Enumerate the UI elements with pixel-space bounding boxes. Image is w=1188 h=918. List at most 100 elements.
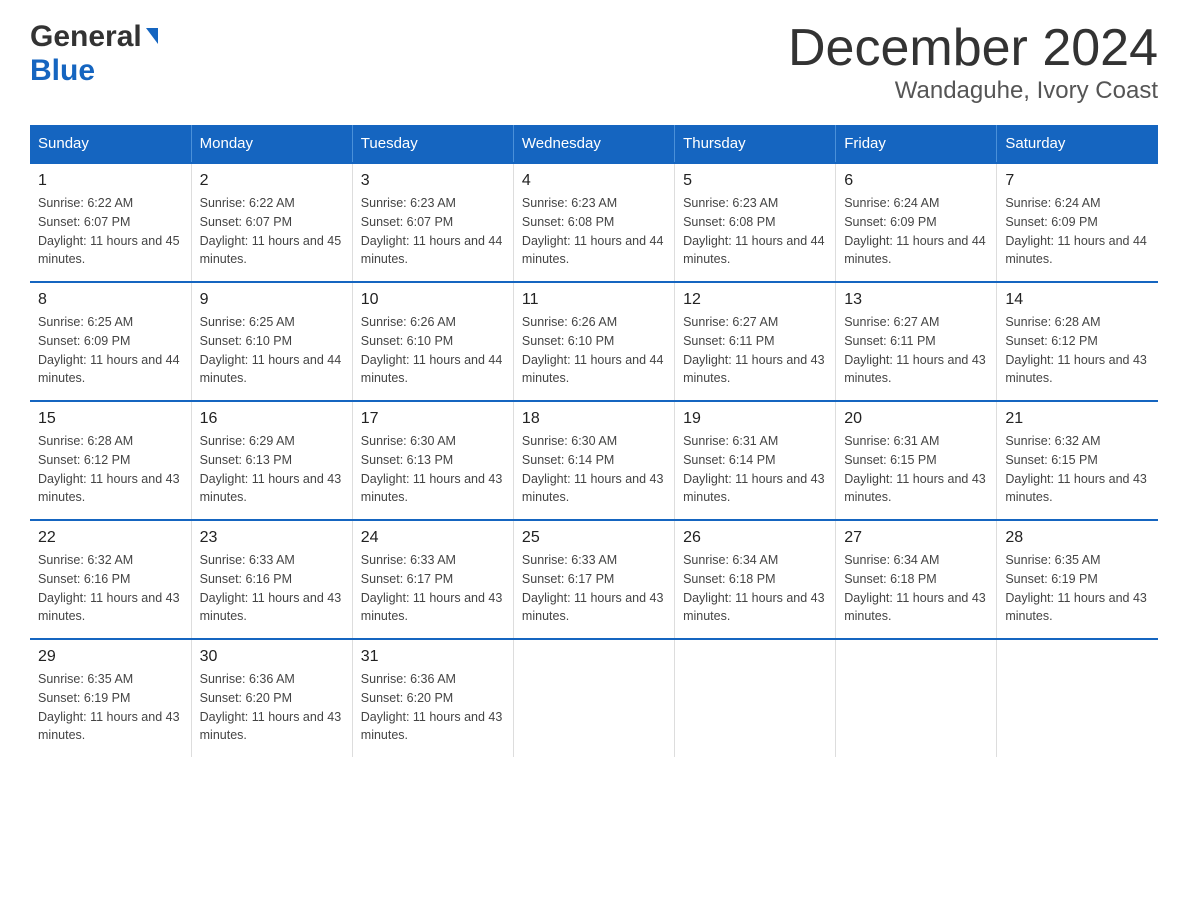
month-title: December 2024 (788, 20, 1158, 77)
day-number: 14 (1005, 291, 1150, 309)
day-info: Sunrise: 6:23 AMSunset: 6:07 PMDaylight:… (361, 194, 505, 269)
day-info: Sunrise: 6:29 AMSunset: 6:13 PMDaylight:… (200, 432, 344, 507)
page-header: General Blue December 2024 Wandaguhe, Iv… (30, 20, 1158, 105)
calendar-cell (675, 639, 836, 757)
day-number: 17 (361, 410, 505, 428)
day-info: Sunrise: 6:25 AMSunset: 6:09 PMDaylight:… (38, 313, 183, 388)
day-info: Sunrise: 6:28 AMSunset: 6:12 PMDaylight:… (38, 432, 183, 507)
day-info: Sunrise: 6:31 AMSunset: 6:15 PMDaylight:… (844, 432, 988, 507)
day-number: 5 (683, 172, 827, 190)
day-info: Sunrise: 6:27 AMSunset: 6:11 PMDaylight:… (844, 313, 988, 388)
calendar-cell: 25 Sunrise: 6:33 AMSunset: 6:17 PMDaylig… (513, 520, 674, 639)
header-thursday: Thursday (675, 125, 836, 163)
day-number: 15 (38, 410, 183, 428)
calendar-cell: 10 Sunrise: 6:26 AMSunset: 6:10 PMDaylig… (352, 282, 513, 401)
day-number: 11 (522, 291, 666, 309)
day-number: 13 (844, 291, 988, 309)
calendar-cell: 8 Sunrise: 6:25 AMSunset: 6:09 PMDayligh… (30, 282, 191, 401)
calendar-cell: 22 Sunrise: 6:32 AMSunset: 6:16 PMDaylig… (30, 520, 191, 639)
calendar-table: SundayMondayTuesdayWednesdayThursdayFrid… (30, 125, 1158, 757)
day-info: Sunrise: 6:32 AMSunset: 6:16 PMDaylight:… (38, 551, 183, 626)
calendar-week-4: 22 Sunrise: 6:32 AMSunset: 6:16 PMDaylig… (30, 520, 1158, 639)
day-info: Sunrise: 6:22 AMSunset: 6:07 PMDaylight:… (38, 194, 183, 269)
day-info: Sunrise: 6:35 AMSunset: 6:19 PMDaylight:… (38, 670, 183, 745)
calendar-cell: 13 Sunrise: 6:27 AMSunset: 6:11 PMDaylig… (836, 282, 997, 401)
day-info: Sunrise: 6:36 AMSunset: 6:20 PMDaylight:… (200, 670, 344, 745)
calendar-body: 1 Sunrise: 6:22 AMSunset: 6:07 PMDayligh… (30, 163, 1158, 757)
header-saturday: Saturday (997, 125, 1158, 163)
calendar-cell (997, 639, 1158, 757)
day-number: 20 (844, 410, 988, 428)
calendar-cell: 15 Sunrise: 6:28 AMSunset: 6:12 PMDaylig… (30, 401, 191, 520)
calendar-week-2: 8 Sunrise: 6:25 AMSunset: 6:09 PMDayligh… (30, 282, 1158, 401)
header-sunday: Sunday (30, 125, 191, 163)
day-number: 25 (522, 529, 666, 547)
day-number: 19 (683, 410, 827, 428)
day-info: Sunrise: 6:35 AMSunset: 6:19 PMDaylight:… (1005, 551, 1150, 626)
day-info: Sunrise: 6:24 AMSunset: 6:09 PMDaylight:… (1005, 194, 1150, 269)
header-tuesday: Tuesday (352, 125, 513, 163)
calendar-cell: 20 Sunrise: 6:31 AMSunset: 6:15 PMDaylig… (836, 401, 997, 520)
day-info: Sunrise: 6:33 AMSunset: 6:16 PMDaylight:… (200, 551, 344, 626)
day-number: 8 (38, 291, 183, 309)
calendar-cell: 14 Sunrise: 6:28 AMSunset: 6:12 PMDaylig… (997, 282, 1158, 401)
day-number: 4 (522, 172, 666, 190)
day-number: 9 (200, 291, 344, 309)
calendar-cell: 12 Sunrise: 6:27 AMSunset: 6:11 PMDaylig… (675, 282, 836, 401)
day-number: 31 (361, 648, 505, 666)
calendar-cell: 16 Sunrise: 6:29 AMSunset: 6:13 PMDaylig… (191, 401, 352, 520)
day-info: Sunrise: 6:34 AMSunset: 6:18 PMDaylight:… (683, 551, 827, 626)
calendar-cell: 2 Sunrise: 6:22 AMSunset: 6:07 PMDayligh… (191, 163, 352, 282)
title-area: December 2024 Wandaguhe, Ivory Coast (788, 20, 1158, 105)
day-info: Sunrise: 6:23 AMSunset: 6:08 PMDaylight:… (683, 194, 827, 269)
day-number: 26 (683, 529, 827, 547)
day-info: Sunrise: 6:30 AMSunset: 6:13 PMDaylight:… (361, 432, 505, 507)
day-info: Sunrise: 6:28 AMSunset: 6:12 PMDaylight:… (1005, 313, 1150, 388)
location-title: Wandaguhe, Ivory Coast (788, 77, 1158, 105)
calendar-cell: 19 Sunrise: 6:31 AMSunset: 6:14 PMDaylig… (675, 401, 836, 520)
day-number: 6 (844, 172, 988, 190)
calendar-cell: 17 Sunrise: 6:30 AMSunset: 6:13 PMDaylig… (352, 401, 513, 520)
day-info: Sunrise: 6:33 AMSunset: 6:17 PMDaylight:… (522, 551, 666, 626)
day-number: 28 (1005, 529, 1150, 547)
calendar-cell: 29 Sunrise: 6:35 AMSunset: 6:19 PMDaylig… (30, 639, 191, 757)
day-info: Sunrise: 6:32 AMSunset: 6:15 PMDaylight:… (1005, 432, 1150, 507)
day-number: 27 (844, 529, 988, 547)
day-info: Sunrise: 6:34 AMSunset: 6:18 PMDaylight:… (844, 551, 988, 626)
day-info: Sunrise: 6:27 AMSunset: 6:11 PMDaylight:… (683, 313, 827, 388)
calendar-week-5: 29 Sunrise: 6:35 AMSunset: 6:19 PMDaylig… (30, 639, 1158, 757)
calendar-cell: 7 Sunrise: 6:24 AMSunset: 6:09 PMDayligh… (997, 163, 1158, 282)
day-number: 18 (522, 410, 666, 428)
day-info: Sunrise: 6:26 AMSunset: 6:10 PMDaylight:… (522, 313, 666, 388)
day-info: Sunrise: 6:26 AMSunset: 6:10 PMDaylight:… (361, 313, 505, 388)
calendar-week-1: 1 Sunrise: 6:22 AMSunset: 6:07 PMDayligh… (30, 163, 1158, 282)
header-monday: Monday (191, 125, 352, 163)
day-number: 30 (200, 648, 344, 666)
header-friday: Friday (836, 125, 997, 163)
logo-blue-text: Blue (30, 54, 95, 88)
day-number: 24 (361, 529, 505, 547)
header-wednesday: Wednesday (513, 125, 674, 163)
calendar-cell: 4 Sunrise: 6:23 AMSunset: 6:08 PMDayligh… (513, 163, 674, 282)
calendar-cell: 24 Sunrise: 6:33 AMSunset: 6:17 PMDaylig… (352, 520, 513, 639)
calendar-cell: 6 Sunrise: 6:24 AMSunset: 6:09 PMDayligh… (836, 163, 997, 282)
day-number: 3 (361, 172, 505, 190)
day-info: Sunrise: 6:36 AMSunset: 6:20 PMDaylight:… (361, 670, 505, 745)
calendar-header: SundayMondayTuesdayWednesdayThursdayFrid… (30, 125, 1158, 163)
calendar-cell: 30 Sunrise: 6:36 AMSunset: 6:20 PMDaylig… (191, 639, 352, 757)
day-number: 2 (200, 172, 344, 190)
day-number: 12 (683, 291, 827, 309)
day-number: 10 (361, 291, 505, 309)
day-info: Sunrise: 6:24 AMSunset: 6:09 PMDaylight:… (844, 194, 988, 269)
calendar-cell: 31 Sunrise: 6:36 AMSunset: 6:20 PMDaylig… (352, 639, 513, 757)
day-info: Sunrise: 6:31 AMSunset: 6:14 PMDaylight:… (683, 432, 827, 507)
day-info: Sunrise: 6:22 AMSunset: 6:07 PMDaylight:… (200, 194, 344, 269)
day-info: Sunrise: 6:23 AMSunset: 6:08 PMDaylight:… (522, 194, 666, 269)
day-number: 23 (200, 529, 344, 547)
calendar-cell (836, 639, 997, 757)
day-number: 21 (1005, 410, 1150, 428)
calendar-cell: 3 Sunrise: 6:23 AMSunset: 6:07 PMDayligh… (352, 163, 513, 282)
logo: General Blue (30, 20, 158, 88)
calendar-cell: 1 Sunrise: 6:22 AMSunset: 6:07 PMDayligh… (30, 163, 191, 282)
calendar-cell: 5 Sunrise: 6:23 AMSunset: 6:08 PMDayligh… (675, 163, 836, 282)
